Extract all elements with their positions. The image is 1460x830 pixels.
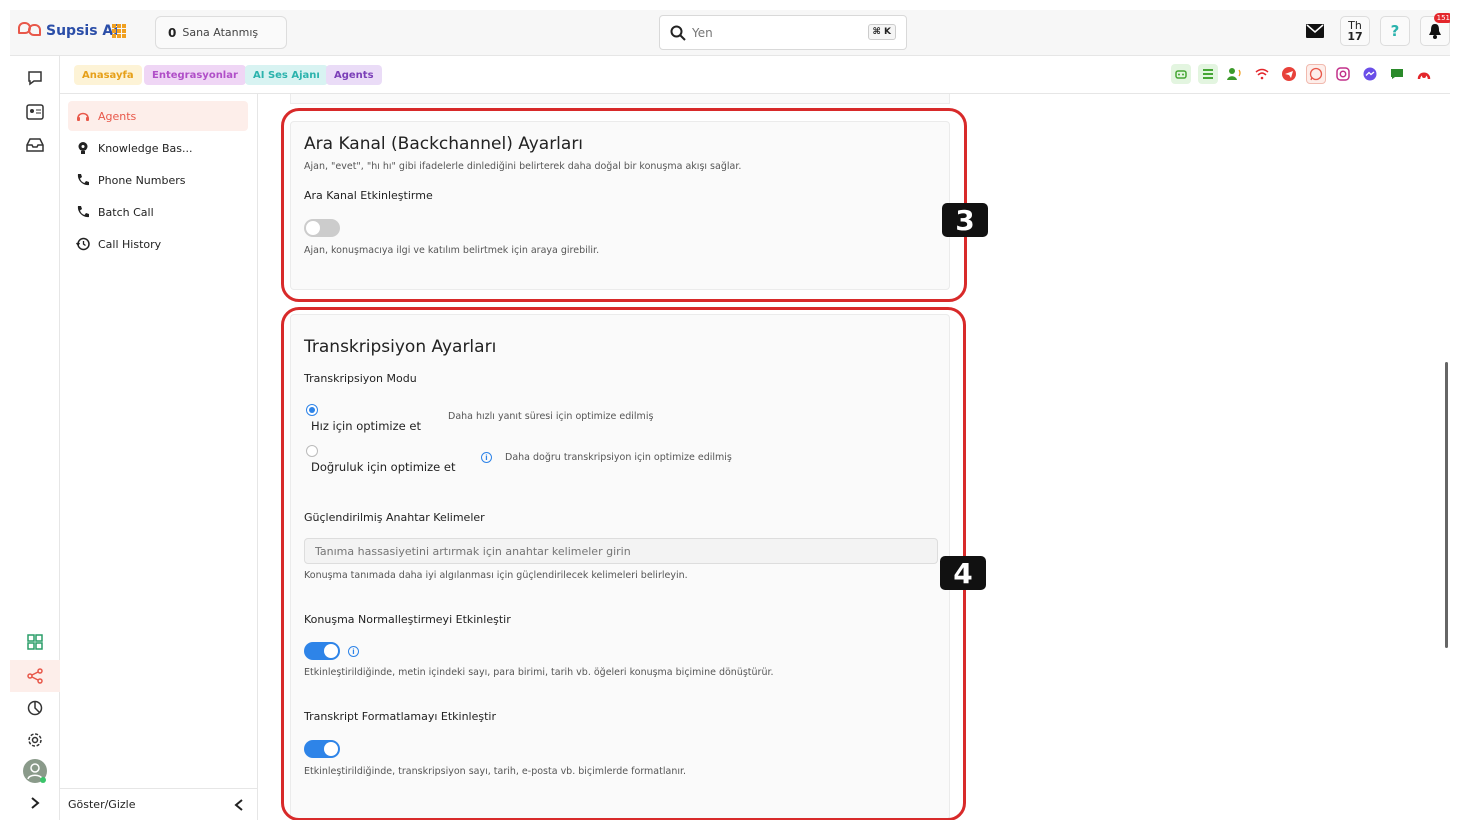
annotation-box-4 — [281, 307, 966, 820]
whatsapp-icon[interactable] — [1306, 64, 1326, 84]
sms-icon[interactable] — [1387, 64, 1407, 84]
sidebar-item-label: Call History — [98, 237, 162, 251]
sidebar-item-batch-call[interactable]: Batch Call — [68, 197, 248, 227]
share-icon[interactable] — [23, 664, 47, 688]
lightbulb-icon — [78, 142, 88, 154]
help-button[interactable]: ? — [1380, 16, 1410, 46]
notifications-button[interactable]: 151 — [1420, 13, 1450, 46]
chevron-left-icon[interactable] — [234, 798, 244, 811]
logo-icon — [18, 22, 42, 40]
tab-anasayfa[interactable]: Anasayfa — [74, 65, 142, 85]
sidebar-item-phone-numbers[interactable]: Phone Numbers — [68, 165, 248, 195]
header-actions: Th 17 ? 151 — [1300, 13, 1450, 46]
avatar[interactable] — [23, 759, 47, 783]
annotation-marker-3: 3 — [942, 203, 988, 237]
list-icon[interactable] — [1198, 64, 1218, 84]
app-window: Supsis Ai 0 Sana Atanmış ⌘ K Th 17 ? — [10, 10, 1450, 820]
apps-grid-icon[interactable] — [112, 24, 126, 38]
phone-icon — [77, 206, 89, 218]
voice-agent-icon[interactable] — [1225, 64, 1245, 84]
tab-agents[interactable]: Agents — [326, 65, 382, 85]
app-icon[interactable] — [1414, 64, 1434, 84]
top-bar: Supsis Ai 0 Sana Atanmış ⌘ K Th 17 ? — [10, 10, 1450, 56]
scrollbar[interactable] — [1445, 362, 1448, 648]
global-search[interactable]: ⌘ K — [659, 15, 907, 50]
bell-icon — [1429, 24, 1441, 39]
app-logo[interactable]: Supsis Ai — [18, 22, 118, 40]
sidebar-item-label: Phone Numbers — [98, 173, 186, 187]
channel-icons — [1171, 64, 1434, 84]
bot-icon[interactable] — [1171, 64, 1191, 84]
sidebar-item-label: Knowledge Bas... — [98, 141, 193, 155]
sidebar-toggle-label: Göster/Gizle — [68, 798, 136, 811]
assigned-count: 0 — [168, 25, 177, 40]
contacts-icon[interactable] — [23, 100, 47, 124]
icon-rail — [10, 56, 60, 820]
mail-icon[interactable] — [1300, 16, 1330, 46]
sidebar-item-label: Batch Call — [98, 205, 154, 219]
phone-icon — [77, 174, 89, 186]
assigned-to-me-button[interactable]: 0 Sana Atanmış — [155, 16, 287, 49]
wifi-icon[interactable] — [1252, 64, 1272, 84]
calendar-button[interactable]: Th 17 — [1340, 16, 1370, 46]
notification-badge: 151 — [1433, 13, 1450, 23]
agents-sidebar: Agents Knowledge Bas... Phone Numbers Ba… — [60, 94, 258, 820]
search-icon — [670, 25, 686, 41]
chat-icon[interactable] — [23, 66, 47, 90]
annotation-marker-4: 4 — [940, 556, 986, 590]
annotation-box-3 — [281, 108, 967, 302]
search-input[interactable] — [692, 25, 862, 40]
main-content: Ara Kanal (Backchannel) Ayarları Ajan, "… — [259, 94, 1450, 820]
tab-entegrasyonlar[interactable]: Entegrasyonlar — [144, 65, 246, 85]
dashboard-icon[interactable] — [23, 630, 47, 654]
search-shortcut: ⌘ K — [867, 24, 896, 40]
calendar-date: 17 — [1347, 30, 1363, 43]
sidebar-item-label: Agents — [98, 109, 137, 123]
reports-icon[interactable] — [23, 696, 47, 720]
agent-icon — [77, 112, 89, 121]
telegram-icon[interactable] — [1279, 64, 1299, 84]
settings-icon[interactable] — [23, 728, 47, 752]
history-icon — [76, 237, 90, 251]
tab-bar: Anasayfa Entegrasyonlar AI Ses Ajanı Age… — [60, 56, 1450, 94]
help-icon: ? — [1390, 22, 1400, 40]
sidebar-toggle[interactable]: Göster/Gizle — [60, 788, 258, 820]
sidebar-item-agents[interactable]: Agents — [68, 101, 248, 131]
inbox-icon[interactable] — [23, 133, 47, 157]
sidebar-item-call-history[interactable]: Call History — [68, 229, 248, 259]
instagram-icon[interactable] — [1333, 64, 1353, 84]
tab-ai-ses-ajani[interactable]: AI Ses Ajanı — [245, 65, 328, 85]
sidebar-item-knowledge-base[interactable]: Knowledge Bas... — [68, 133, 248, 163]
messenger-icon[interactable] — [1360, 64, 1380, 84]
app-name: Supsis Ai — [46, 23, 119, 39]
previous-card-edge — [290, 94, 950, 104]
expand-chevron-icon[interactable] — [23, 791, 47, 815]
assigned-label: Sana Atanmış — [182, 26, 259, 39]
